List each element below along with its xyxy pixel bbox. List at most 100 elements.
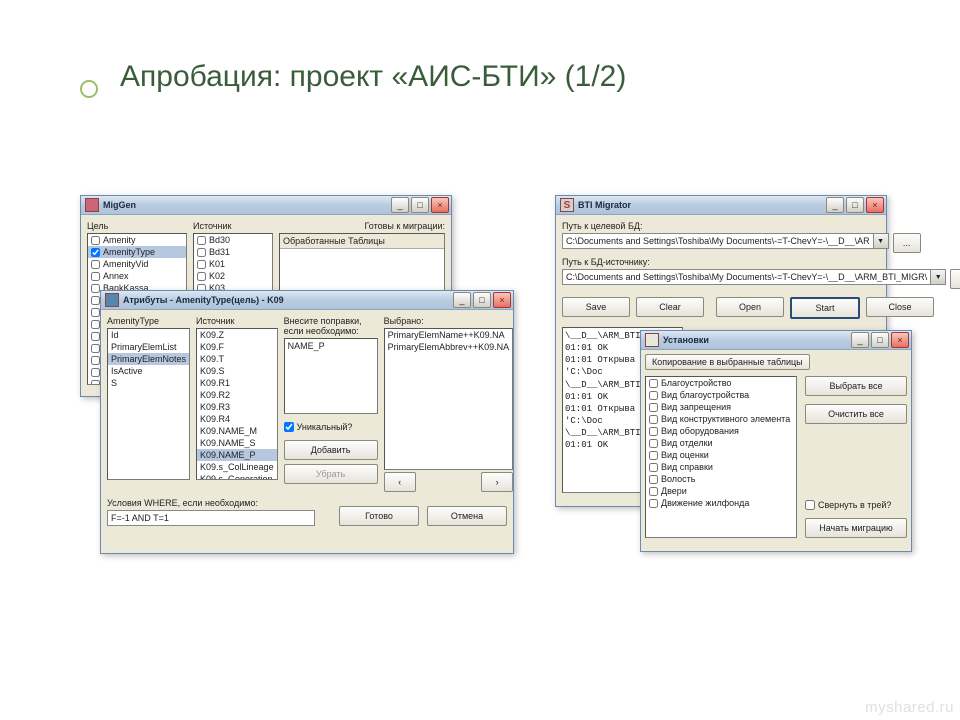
tables-list[interactable]: БлагоустройствоВид благоустройстваВид за… <box>645 376 797 538</box>
close-button[interactable]: × <box>431 197 449 213</box>
list-item[interactable]: K09.NAME_S <box>197 437 277 449</box>
list-item[interactable]: AmenityType <box>88 246 186 258</box>
list-item[interactable]: Вид конструктивного элемента <box>646 413 796 425</box>
source-path-dropdown[interactable]: C:\Documents and Settings\Toshiba\My Doc… <box>562 269 946 285</box>
install-titlebar[interactable]: Установки _ □ × <box>641 331 911 350</box>
miggen-titlebar[interactable]: MigGen _ □ × <box>81 196 451 215</box>
list-item[interactable]: Благоустройство <box>646 377 796 389</box>
list-item[interactable]: PrimaryElemList <box>108 341 189 353</box>
cancel-button[interactable]: Отмена <box>427 506 507 526</box>
clear-button[interactable]: Clear <box>636 297 704 317</box>
minimize-button[interactable]: _ <box>851 332 869 348</box>
target-path-dropdown[interactable]: C:\Documents and Settings\Toshiba\My Doc… <box>562 233 889 249</box>
processed-header: Обработанные Таблицы <box>280 234 444 249</box>
list-item[interactable]: K09.T <box>197 353 277 365</box>
list-item[interactable]: Вид оценки <box>646 449 796 461</box>
src-list[interactable]: K09.ZK09.FK09.TK09.SK09.R1K09.R2K09.R3K0… <box>196 328 278 480</box>
target-label: Цель <box>87 221 187 231</box>
close-button[interactable]: × <box>493 292 511 308</box>
atype-label: AmenityType <box>107 316 190 326</box>
list-item[interactable]: Вид отделки <box>646 437 796 449</box>
browse-target-button[interactable]: ... <box>893 233 921 253</box>
list-item[interactable]: Amenity <box>88 234 186 246</box>
atype-list[interactable]: IdPrimaryElemListPrimaryElemNotesIsActiv… <box>107 328 190 480</box>
add-button[interactable]: Добавить <box>284 440 378 460</box>
list-item[interactable]: Bd31 <box>194 246 272 258</box>
slide-title: Апробация: проект «АИС-БТИ» (1/2) <box>120 60 626 94</box>
tray-label: Свернуть в трей? <box>818 500 891 510</box>
maximize-button[interactable]: □ <box>846 197 864 213</box>
copy-header-tab[interactable]: Копирование в выбранные таблицы <box>645 354 810 370</box>
selected-list[interactable]: PrimaryElemName++K09.NAPrimaryElemAbbrev… <box>384 328 514 470</box>
app-icon <box>85 198 99 212</box>
close-button[interactable]: × <box>891 332 909 348</box>
list-item[interactable]: Id <box>108 329 189 341</box>
list-item[interactable]: K09.R1 <box>197 377 277 389</box>
list-item[interactable]: IsActive <box>108 365 189 377</box>
list-item[interactable]: Bd30 <box>194 234 272 246</box>
list-item[interactable]: K09.S <box>197 365 277 377</box>
minimize-button[interactable]: _ <box>826 197 844 213</box>
list-item[interactable]: PrimaryElemName++K09.NA <box>385 329 513 341</box>
bti-title: BTI Migrator <box>578 200 826 210</box>
done-button[interactable]: Готово <box>339 506 419 526</box>
where-label: Условия WHERE, если необходимо: <box>107 498 331 508</box>
list-item[interactable]: S <box>108 377 189 389</box>
close-window-button[interactable]: Close <box>866 297 934 317</box>
clear-all-button[interactable]: Очистить все <box>805 404 907 424</box>
list-item[interactable]: K09.NAME_P <box>197 449 277 461</box>
list-item[interactable]: K09.s_Generation <box>197 473 277 480</box>
attrs-window: Атрибуты - AmenityType(цель) - K09 _ □ ×… <box>100 290 514 554</box>
unique-checkbox[interactable]: Уникальный? <box>284 422 378 432</box>
list-item[interactable]: Движение жилфонда <box>646 497 796 509</box>
slide-bullet <box>80 80 98 98</box>
list-item[interactable]: AmenityVid <box>88 258 186 270</box>
bti-titlebar[interactable]: S BTI Migrator _ □ × <box>556 196 886 215</box>
where-input[interactable]: F=-1 AND T=1 <box>107 510 315 526</box>
remove-button[interactable]: Убрать <box>284 464 378 484</box>
edit-box[interactable]: NAME_P <box>284 338 378 414</box>
chevron-down-icon[interactable]: ▼ <box>930 270 945 284</box>
list-item[interactable]: PrimaryElemNotes <box>108 353 189 365</box>
list-item[interactable]: K09.Z <box>197 329 277 341</box>
list-item[interactable]: Волость <box>646 473 796 485</box>
list-item[interactable]: K09.R2 <box>197 389 277 401</box>
close-button[interactable]: × <box>866 197 884 213</box>
scroll-right-button[interactable]: › <box>481 472 513 492</box>
list-item[interactable]: Вид благоустройства <box>646 389 796 401</box>
maximize-button[interactable]: □ <box>871 332 889 348</box>
miggen-title: MigGen <box>103 200 391 210</box>
list-item[interactable]: Annex <box>88 270 186 282</box>
list-item[interactable]: K09.NAME_M <box>197 425 277 437</box>
start-button[interactable]: Start <box>790 297 860 319</box>
select-all-button[interactable]: Выбрать все <box>805 376 907 396</box>
edits-label: Внесите поправки, если необходимо: <box>284 316 378 336</box>
chevron-down-icon[interactable]: ▼ <box>873 234 888 248</box>
tray-checkbox[interactable]: Свернуть в трей? <box>805 500 907 510</box>
unique-label: Уникальный? <box>297 422 353 432</box>
list-item[interactable]: K09.F <box>197 341 277 353</box>
ready-label: Готовы к миграции: <box>279 221 445 231</box>
start-migration-button[interactable]: Начать миграцию <box>805 518 907 538</box>
scroll-left-button[interactable]: ‹ <box>384 472 416 492</box>
maximize-button[interactable]: □ <box>411 197 429 213</box>
list-item[interactable]: Двери <box>646 485 796 497</box>
target-path-label: Путь к целевой БД: <box>562 221 880 231</box>
list-item[interactable]: PrimaryElemAbbrev++K09.NA <box>385 341 513 353</box>
list-item[interactable]: Вид запрещения <box>646 401 796 413</box>
save-button[interactable]: Save <box>562 297 630 317</box>
list-item[interactable]: K02 <box>194 270 272 282</box>
app-icon: S <box>560 198 574 212</box>
list-item[interactable]: K09.s_ColLineage <box>197 461 277 473</box>
attrs-titlebar[interactable]: Атрибуты - AmenityType(цель) - K09 _ □ × <box>101 291 513 310</box>
minimize-button[interactable]: _ <box>391 197 409 213</box>
open-button[interactable]: Open <box>716 297 784 317</box>
list-item[interactable]: Вид справки <box>646 461 796 473</box>
list-item[interactable]: K09.R4 <box>197 413 277 425</box>
list-item[interactable]: K01 <box>194 258 272 270</box>
list-item[interactable]: Вид оборудования <box>646 425 796 437</box>
list-item[interactable]: K09.R3 <box>197 401 277 413</box>
browse-source-button[interactable]: ... <box>950 269 960 289</box>
maximize-button[interactable]: □ <box>473 292 491 308</box>
minimize-button[interactable]: _ <box>453 292 471 308</box>
